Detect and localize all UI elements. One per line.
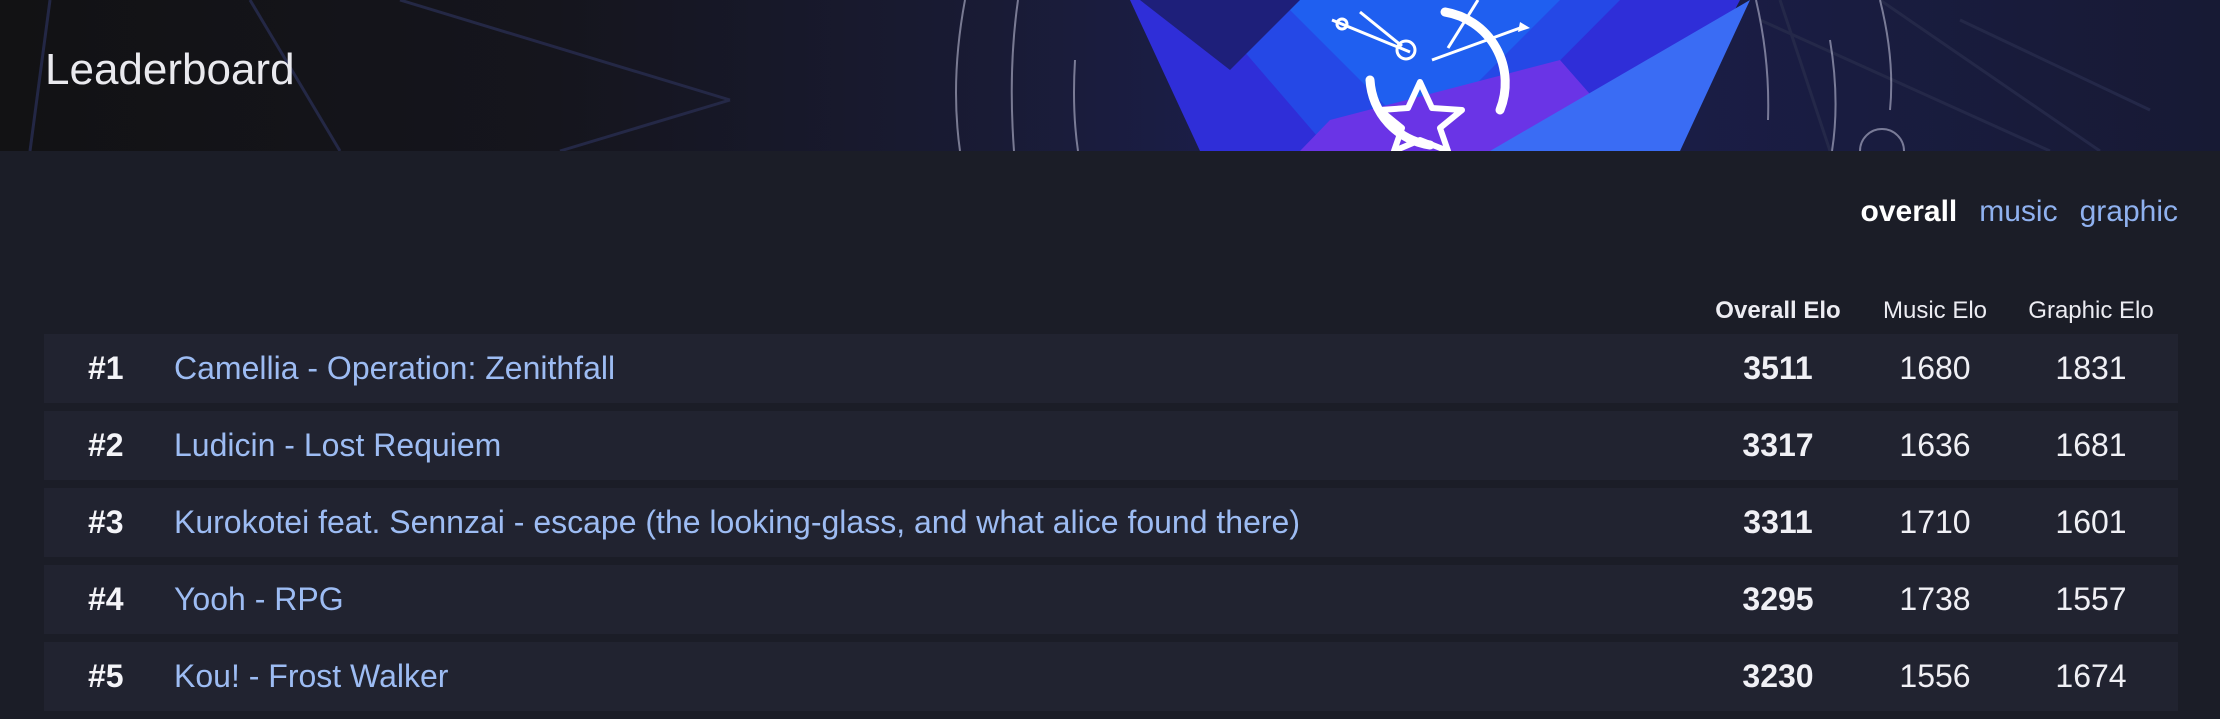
table-row: #5 Kou! - Frost Walker 3230 1556 1674: [44, 642, 2178, 711]
graphic-elo-value: 1831: [2055, 350, 2127, 386]
graphic-elo-value: 1557: [2055, 581, 2127, 617]
entry-title-link[interactable]: Ludicin - Lost Requiem: [174, 411, 501, 480]
rank-label: #5: [88, 658, 124, 694]
overall-elo-value: 3311: [1743, 504, 1813, 540]
column-header-overall-elo: Overall Elo: [1715, 297, 1841, 324]
graphic-elo-value: 1674: [2055, 658, 2127, 694]
overall-elo-value: 3511: [1743, 350, 1813, 386]
header-banner: Leaderboard: [0, 0, 2220, 151]
music-elo-value: 1738: [1899, 581, 1971, 617]
overall-elo-value: 3295: [1742, 581, 1814, 617]
table-row: #1 Camellia - Operation: Zenithfall 3511…: [44, 334, 2178, 403]
table-row: #3 Kurokotei feat. Sennzai - escape (the…: [44, 488, 2178, 557]
leaderboard-table: #1 Camellia - Operation: Zenithfall 3511…: [44, 334, 2178, 719]
rank-label: #2: [88, 427, 124, 463]
column-header-music-elo: Music Elo: [1882, 297, 1988, 324]
page-title: Leaderboard: [45, 45, 295, 94]
music-elo-value: 1636: [1899, 427, 1971, 463]
entry-title-link[interactable]: Camellia - Operation: Zenithfall: [174, 334, 615, 403]
table-row: #2 Ludicin - Lost Requiem 3317 1636 1681: [44, 411, 2178, 480]
rank-label: #4: [88, 581, 124, 617]
entry-title-link[interactable]: Kurokotei feat. Sennzai - escape (the lo…: [174, 488, 1300, 557]
tab-overall[interactable]: overall: [1861, 192, 1958, 232]
rank-label: #1: [88, 350, 124, 386]
category-tabs: overall music graphic: [1861, 192, 2178, 232]
tab-graphic[interactable]: graphic: [2080, 192, 2178, 232]
graphic-elo-value: 1601: [2055, 504, 2127, 540]
music-elo-value: 1680: [1899, 350, 1971, 386]
music-elo-value: 1556: [1899, 658, 1971, 694]
banner-artwork: [28, 0, 2151, 151]
graphic-elo-value: 1681: [2055, 427, 2127, 463]
overall-elo-value: 3317: [1742, 427, 1814, 463]
entry-title-link[interactable]: Yooh - RPG: [174, 565, 344, 634]
column-header-graphic-elo: Graphic Elo: [2028, 297, 2154, 324]
overall-elo-value: 3230: [1742, 658, 1814, 694]
entry-title-link[interactable]: Kou! - Frost Walker: [174, 642, 448, 711]
music-elo-value: 1710: [1899, 504, 1971, 540]
table-row: #4 Yooh - RPG 3295 1738 1557: [44, 565, 2178, 634]
rank-label: #3: [88, 504, 124, 540]
tab-music[interactable]: music: [1979, 192, 2057, 232]
